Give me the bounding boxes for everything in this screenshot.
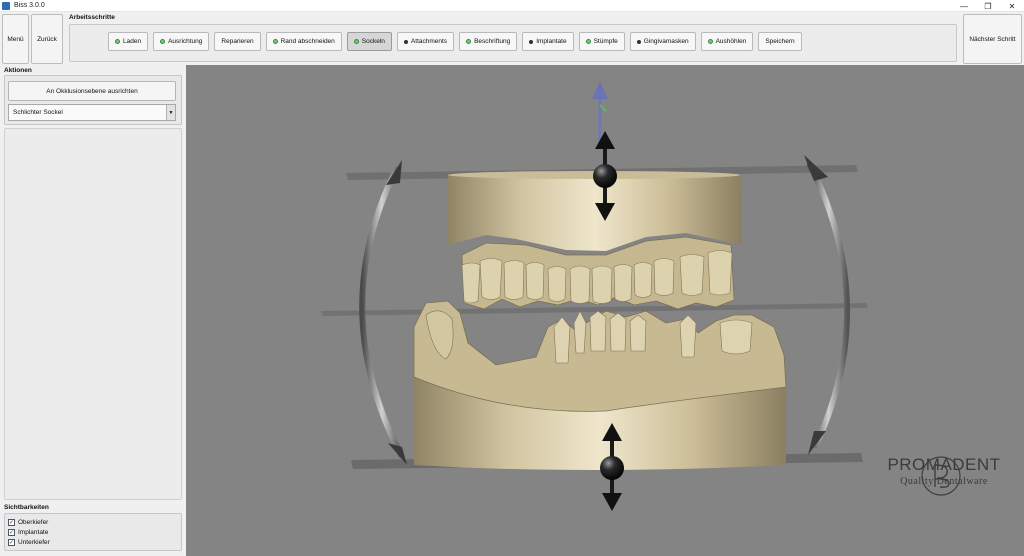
checkbox-label: Implantate [18,529,49,536]
step-label: Speichern [765,38,795,45]
title-bar: Biss 3.0.0 — ❐ ✕ [0,0,1024,12]
step-label: Attachments [410,38,448,45]
base-type-value: Schlichter Sockel [13,109,63,116]
step-label: Aushöhlen [715,38,747,45]
status-dot-icon [636,39,641,44]
step-reparieren-button[interactable]: Reparieren [214,32,261,51]
visibility-title: Sichtbarkeiten [4,504,49,511]
step-label: Rand abschneiden [280,38,335,45]
actions-title: Aktionen [4,67,32,74]
minimize-button[interactable]: — [952,0,976,12]
step-stuempfe-button[interactable]: Stümpfe [578,32,625,51]
base-type-select[interactable]: Schlichter Sockel ▼ [8,104,176,121]
status-dot-icon [403,39,408,44]
step-label: Reparieren [221,38,254,45]
lower-jaw-model[interactable] [413,300,787,470]
status-dot-icon [707,39,713,44]
steps-title: Arbeitsschritte [69,14,115,21]
visibility-implants[interactable]: ✓ Implantate [8,529,48,536]
step-implantate-button[interactable]: Implantate [522,32,574,51]
status-dot-icon [585,39,591,44]
checkbox-checked-icon[interactable]: ✓ [8,539,15,546]
visibility-upper-jaw[interactable]: ✓ Oberkiefer [8,519,48,526]
checkbox-label: Oberkiefer [18,519,49,526]
promadent-logo: PROMADENT Quality Dentalware [874,455,1014,487]
step-label: Implantate [536,38,567,45]
logo-subtitle: Quality Dentalware [900,476,988,487]
step-speichern-button[interactable]: Speichern [758,32,802,51]
step-label: Sockeln [361,38,385,45]
status-dot-icon [466,39,472,44]
step-label: Laden [123,38,142,45]
back-button[interactable]: Zurück [31,14,63,64]
upper-jaw-model[interactable] [448,171,742,310]
chevron-down-icon[interactable]: ▼ [166,105,175,120]
app-icon [2,1,10,10]
steps-row: Laden Ausrichtung Reparieren Rand abschn… [108,32,802,51]
step-label: Gingivamasken [643,38,689,45]
actions-empty-area [4,128,182,500]
step-laden-button[interactable]: Laden [108,32,149,51]
step-rand-abschneiden-button[interactable]: Rand abschneiden [265,32,342,51]
align-occlusal-plane-button[interactable]: An Okklusionsebene ausrichten [8,81,176,101]
checkbox-checked-icon[interactable]: ✓ [8,529,15,536]
status-dot-icon [160,39,166,44]
status-dot-icon [353,39,359,44]
step-label: Ausrichtung [168,38,203,45]
close-button[interactable]: ✕ [1000,0,1024,12]
step-label: Stümpfe [593,38,618,45]
step-attachments-button[interactable]: Attachments [396,32,455,51]
status-dot-icon [272,39,278,44]
step-gingivamasken-button[interactable]: Gingivamasken [629,32,696,51]
maximize-button[interactable]: ❐ [976,0,1000,12]
toolbar: Menü Zurück Arbeitsschritte Laden Ausric… [0,12,1024,65]
step-aushoehlen-button[interactable]: Aushöhlen [700,32,754,51]
window-title: Biss 3.0.0 [14,2,45,9]
checkbox-label: Unterkiefer [18,539,50,546]
step-label: Beschriftung [474,38,511,45]
window-controls: — ❐ ✕ [952,0,1024,12]
menu-button[interactable]: Menü [2,14,29,64]
step-beschriftung-button[interactable]: Beschriftung [459,32,518,51]
visibility-lower-jaw[interactable]: ✓ Unterkiefer [8,539,50,546]
status-dot-icon [529,39,534,44]
step-ausrichtung-button[interactable]: Ausrichtung [153,32,210,51]
step-sockeln-button[interactable]: Sockeln [346,32,392,51]
logo-title: PROMADENT [887,455,1001,474]
next-step-button[interactable]: Nächster Schritt [963,14,1022,64]
checkbox-checked-icon[interactable]: ✓ [8,519,15,526]
status-dot-icon [115,39,120,44]
